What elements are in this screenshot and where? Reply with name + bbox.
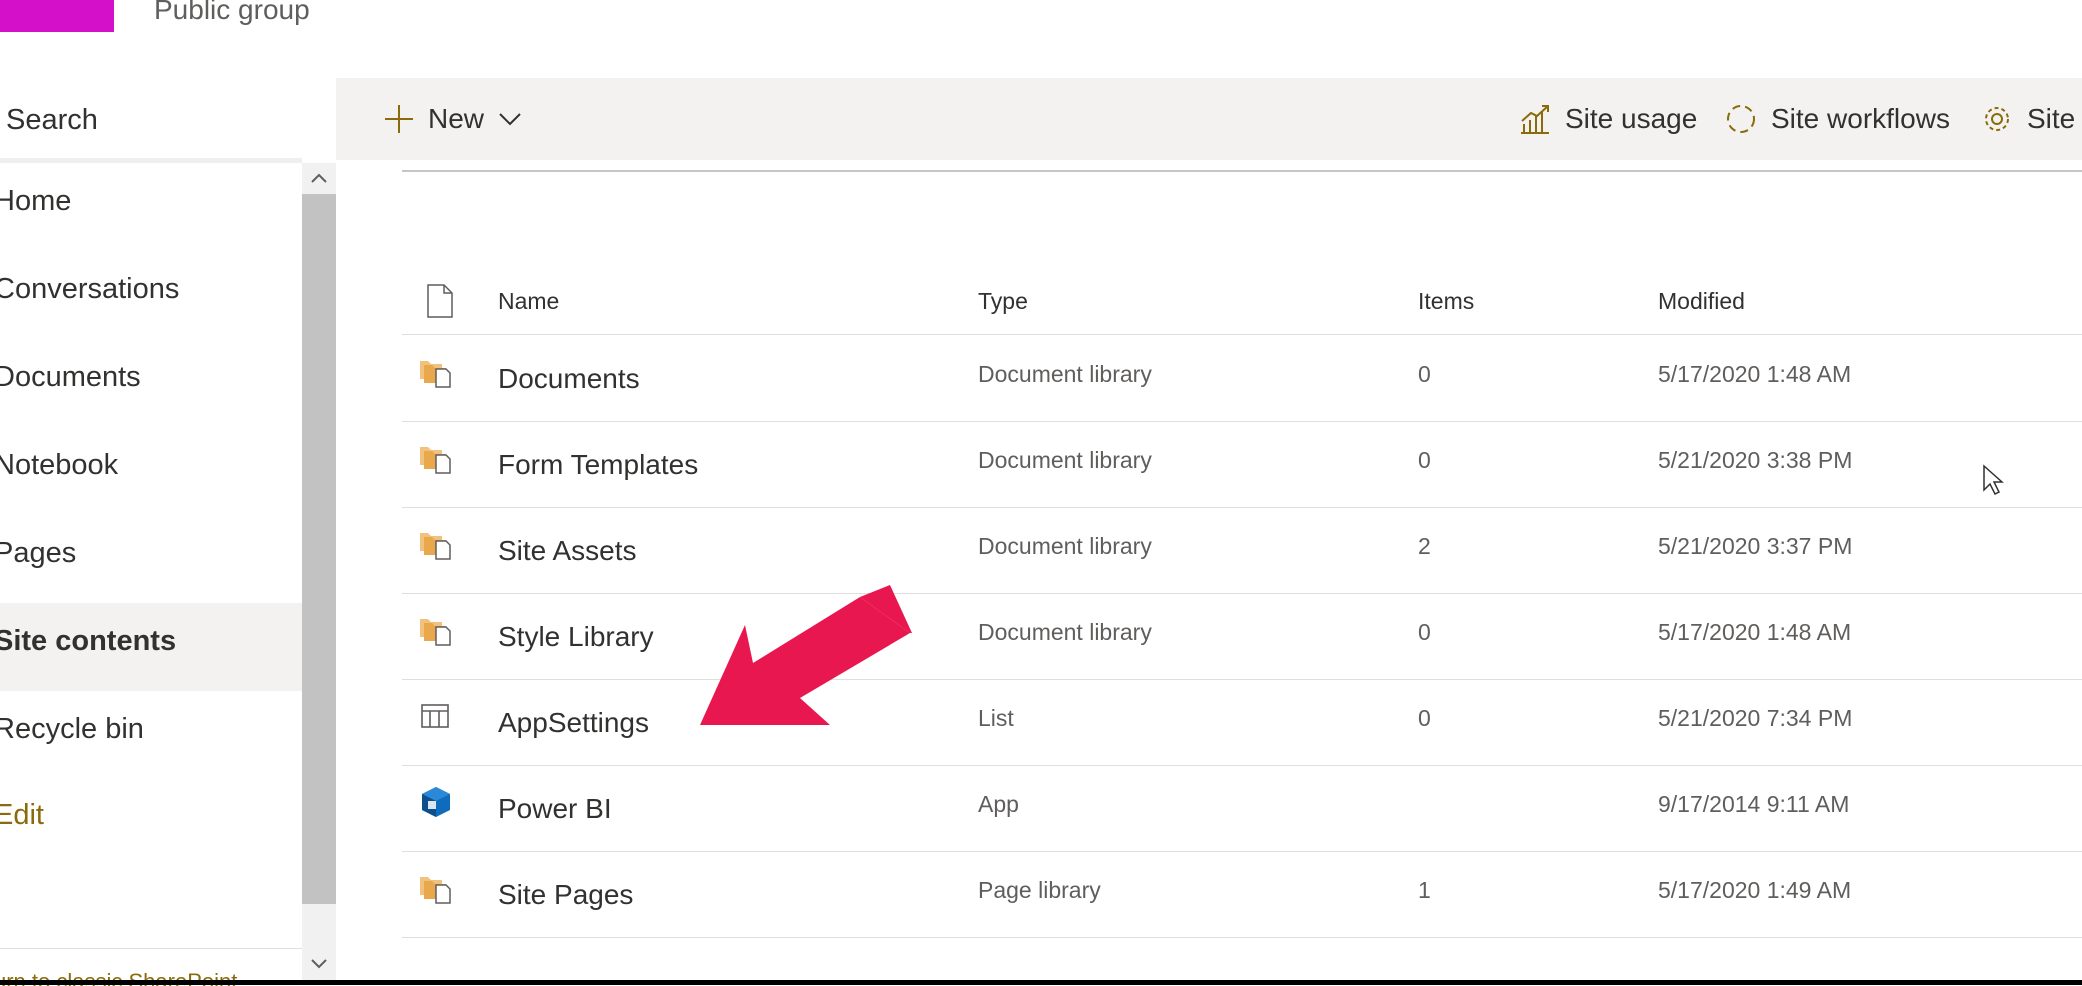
column-header-type[interactable]: Type	[978, 288, 1028, 315]
table-row[interactable]: Site Pages Page library 1 5/17/2020 1:49…	[402, 851, 2082, 938]
nav-item-label: Notebook	[0, 449, 119, 481]
group-type-label: Public group	[154, 0, 310, 25]
row-items: 2	[1418, 533, 1431, 559]
site-usage-button[interactable]: Site usage	[1519, 78, 1697, 160]
plus-icon	[385, 105, 413, 133]
document-library-icon	[418, 527, 454, 561]
chart-icon	[1521, 105, 1549, 134]
search-box[interactable]: Search	[0, 78, 336, 162]
nav-item-pages[interactable]: Pages	[0, 515, 302, 603]
nav-edit-link[interactable]: Edit	[0, 777, 302, 865]
site-settings-button[interactable]: Site	[1981, 78, 2075, 160]
site-logo[interactable]	[0, 0, 114, 32]
row-items: 0	[1418, 447, 1431, 473]
chevron-down-icon	[499, 113, 521, 126]
row-name[interactable]: Documents	[498, 363, 640, 395]
nav-item-label: Edit	[0, 799, 44, 831]
row-items: 0	[1418, 619, 1431, 645]
nav-item-label: Site contents	[0, 625, 177, 657]
command-bar: New Site usage Site workflows Site	[336, 78, 2082, 160]
column-header-name[interactable]: Name	[498, 288, 559, 315]
file-type-icon[interactable]	[426, 284, 454, 324]
row-modified: 5/17/2020 1:49 AM	[1658, 877, 1852, 903]
scroll-down-icon[interactable]	[302, 948, 336, 978]
row-type: Document library	[978, 619, 1152, 645]
row-name[interactable]: Style Library	[498, 621, 654, 653]
workflow-icon	[1727, 105, 1755, 133]
nav-item-home[interactable]: Home	[0, 163, 302, 251]
list-header: Name Type Items Modified	[402, 270, 2082, 335]
row-type: List	[978, 705, 1014, 731]
page-library-icon	[418, 871, 454, 905]
site-workflows-label: Site workflows	[1771, 103, 1950, 134]
document-library-icon	[418, 441, 454, 475]
row-name[interactable]: Form Templates	[498, 449, 698, 481]
nav-item-label: Recycle bin	[0, 713, 144, 745]
table-row[interactable]: Form Templates Document library 0 5/21/2…	[402, 421, 2082, 508]
row-type: Document library	[978, 533, 1152, 559]
row-name[interactable]: Site Pages	[498, 879, 633, 911]
document-library-icon	[418, 613, 454, 647]
site-navigation: Home Conversations Documents Notebook Pa…	[0, 163, 302, 985]
column-header-items[interactable]: Items	[1418, 288, 1474, 315]
nav-item-recycle-bin[interactable]: Recycle bin	[0, 691, 302, 779]
row-name[interactable]: AppSettings	[498, 707, 649, 739]
table-row[interactable]: AppSettings List 0 5/21/2020 7:34 PM	[402, 679, 2082, 766]
search-placeholder: Search	[6, 104, 98, 136]
row-modified: 5/21/2020 3:38 PM	[1658, 447, 1853, 473]
site-usage-label: Site usage	[1565, 103, 1698, 134]
table-row[interactable]: Site Assets Document library 2 5/21/2020…	[402, 507, 2082, 594]
nav-item-label: Conversations	[0, 273, 180, 305]
row-modified: 5/17/2020 1:48 AM	[1658, 361, 1852, 387]
mouse-cursor-icon	[1982, 464, 2004, 501]
row-modified: 5/21/2020 3:37 PM	[1658, 533, 1853, 559]
site-workflows-button[interactable]: Site workflows	[1725, 78, 1950, 160]
row-name[interactable]: Site Assets	[498, 535, 637, 567]
nav-item-label: Documents	[0, 361, 141, 393]
table-row[interactable]: Documents Document library 0 5/17/2020 1…	[402, 335, 2082, 422]
content-divider	[402, 170, 2082, 172]
annotation-arrow-icon	[680, 585, 920, 745]
row-name[interactable]: Power BI	[498, 793, 612, 825]
nav-item-site-contents[interactable]: Site contents	[0, 603, 302, 691]
row-modified: 9/17/2014 9:11 AM	[1658, 791, 1850, 817]
scroll-up-icon[interactable]	[302, 163, 336, 193]
nav-item-label: Home	[0, 185, 72, 217]
row-items: 1	[1418, 877, 1431, 903]
table-row[interactable]: Style Library Document library 0 5/17/20…	[402, 593, 2082, 680]
list-icon	[418, 699, 454, 733]
row-type: Document library	[978, 361, 1152, 387]
row-modified: 5/21/2020 7:34 PM	[1658, 705, 1853, 731]
row-type: App	[978, 791, 1019, 817]
nav-item-documents[interactable]: Documents	[0, 339, 302, 427]
power-bi-app-icon	[418, 785, 454, 819]
table-row[interactable]: Power BI App 9/17/2014 9:11 AM	[402, 765, 2082, 852]
nav-item-conversations[interactable]: Conversations	[0, 251, 302, 339]
row-items: 0	[1418, 705, 1431, 731]
row-type: Page library	[978, 877, 1101, 903]
new-label: New	[428, 103, 485, 134]
row-modified: 5/17/2020 1:48 AM	[1658, 619, 1852, 645]
screen-bottom-edge	[0, 980, 2082, 985]
row-type: Document library	[978, 447, 1152, 473]
site-settings-label: Site	[2027, 103, 2076, 134]
document-library-icon	[418, 355, 454, 389]
gear-icon	[1985, 107, 2009, 131]
column-header-modified[interactable]: Modified	[1658, 288, 1745, 315]
row-items: 0	[1418, 361, 1431, 387]
scrollbar-thumb[interactable]	[302, 194, 336, 904]
new-button[interactable]: New	[384, 78, 522, 160]
nav-item-notebook[interactable]: Notebook	[0, 427, 302, 515]
nav-item-label: Pages	[0, 537, 77, 569]
